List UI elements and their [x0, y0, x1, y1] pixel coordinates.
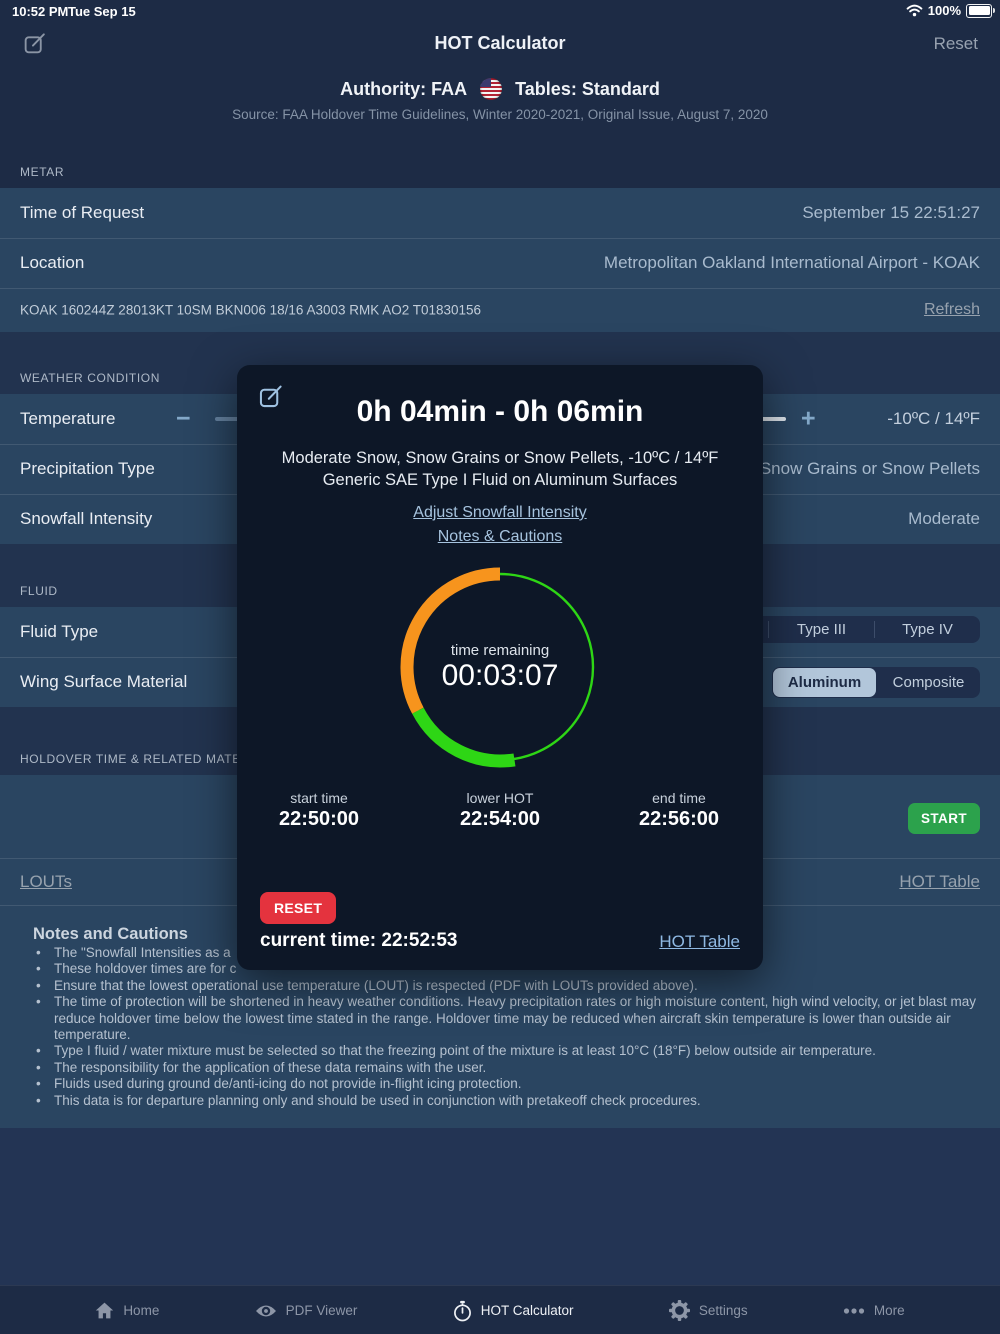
wing-surface-option-aluminum[interactable]: Aluminum [773, 668, 876, 697]
page-title: HOT Calculator [0, 33, 1000, 54]
battery-icon [966, 4, 992, 18]
tab-hot-calculator[interactable]: HOT Calculator [453, 1300, 574, 1322]
authority-header: Authority: FAA Tables: Standard [0, 78, 1000, 100]
lower-hot-col: lower HOT 22:54:00 [425, 790, 575, 831]
fluid-type-label: Fluid Type [20, 622, 98, 642]
authority-label: Authority: FAA [340, 79, 467, 100]
current-time: current time: 22:52:53 [260, 930, 457, 952]
source-line: Source: FAA Holdover Time Guidelines, Wi… [0, 107, 1000, 122]
tables-label: Tables: Standard [515, 79, 660, 100]
home-icon [95, 1301, 114, 1320]
tab-label: More [874, 1303, 905, 1318]
precipitation-value[interactable]: Snow Grains or Snow Pellets [760, 459, 980, 479]
status-date: Tue Sep 15 [68, 4, 136, 19]
holdover-section-label: HOLDOVER TIME & RELATED MATER [20, 752, 250, 766]
modal-hot-table-link[interactable]: HOT Table [659, 932, 740, 952]
end-time-label: end time [604, 790, 754, 806]
start-time-value: 22:50:00 [244, 808, 394, 831]
metar-text: KOAK 160244Z 28013KT 10SM BKN006 18/16 A… [20, 303, 481, 318]
temperature-plus-button[interactable]: + [801, 407, 816, 432]
metar-section-header: METAR [0, 145, 1000, 188]
us-flag-icon [480, 78, 502, 100]
tab-bar: Home PDF Viewer HOT Calculator [0, 1285, 1000, 1334]
metar-section: Time of Request September 15 22:51:27 Lo… [0, 188, 1000, 332]
timer-reset-button[interactable]: RESET [260, 892, 336, 924]
battery-percent: 100% [928, 3, 961, 18]
time-of-request-label: Time of Request [20, 203, 144, 223]
note-item: This data is for departure planning only… [20, 1093, 986, 1109]
time-of-request-row: Time of Request September 15 22:51:27 [0, 188, 1000, 239]
wifi-icon [906, 4, 923, 17]
tab-more[interactable]: More [843, 1303, 905, 1318]
tab-pdf-viewer[interactable]: PDF Viewer [255, 1303, 358, 1319]
hot-table-link[interactable]: HOT Table [899, 872, 980, 892]
time-of-request-value: September 15 22:51:27 [802, 203, 980, 223]
weather-section-label: WEATHER CONDITION [20, 371, 160, 385]
wing-surface-segmented-control: Aluminum Composite [772, 667, 980, 698]
reset-button[interactable]: Reset [934, 34, 978, 54]
end-time-value: 22:56:00 [604, 808, 754, 831]
time-remaining-label: time remaining [237, 642, 763, 659]
gear-icon [669, 1300, 690, 1321]
temperature-value: -10ºC / 14ºF [887, 409, 980, 429]
snowfall-intensity-label: Snowfall Intensity [20, 509, 152, 529]
bottom-spacer [0, 1128, 1000, 1285]
snowfall-intensity-value[interactable]: Moderate [908, 509, 980, 529]
metar-string-row: KOAK 160244Z 28013KT 10SM BKN006 18/16 A… [0, 288, 1000, 332]
tab-settings[interactable]: Settings [669, 1300, 748, 1321]
ellipsis-icon [843, 1307, 865, 1315]
wing-surface-label: Wing Surface Material [20, 672, 187, 692]
fluid-section-label: FLUID [20, 584, 58, 598]
tab-label: Settings [699, 1303, 748, 1318]
eye-icon [255, 1303, 277, 1319]
time-remaining-value: 00:03:07 [237, 659, 763, 693]
fluid-type-option-type3[interactable]: Type III [769, 616, 874, 643]
stopwatch-icon [453, 1300, 472, 1322]
start-button[interactable]: START [908, 803, 980, 834]
start-time-col: start time 22:50:00 [244, 790, 394, 831]
location-value: Metropolitan Oakland International Airpo… [604, 253, 980, 273]
note-item: The time of protection will be shortened… [20, 994, 986, 1043]
precipitation-label: Precipitation Type [20, 459, 155, 479]
refresh-link[interactable]: Refresh [924, 301, 980, 319]
nav-bar: HOT Calculator Reset [0, 22, 1000, 68]
status-time: 10:52 PM [12, 4, 68, 19]
lower-hot-label: lower HOT [425, 790, 575, 806]
temperature-minus-button[interactable]: − [176, 407, 191, 432]
wing-surface-option-composite[interactable]: Composite [877, 667, 980, 698]
holdover-timer-modal: 0h 04min - 0h 06min Moderate Snow, Snow … [237, 365, 763, 970]
end-time-col: end time 22:56:00 [604, 790, 754, 831]
location-label: Location [20, 253, 84, 273]
tab-label: PDF Viewer [286, 1303, 358, 1318]
notes-heading: Notes and Cautions [33, 925, 188, 944]
metar-section-label: METAR [20, 165, 64, 179]
note-item: The responsibility for the application o… [20, 1060, 986, 1076]
tab-home[interactable]: Home [95, 1301, 159, 1320]
tab-label: HOT Calculator [481, 1303, 574, 1318]
status-bar: 10:52 PM Tue Sep 15 100% [0, 0, 1000, 22]
temperature-label: Temperature [20, 409, 115, 429]
tab-label: Home [123, 1303, 159, 1318]
note-item: Fluids used during ground de/anti-icing … [20, 1076, 986, 1092]
note-item: Ensure that the lowest operational use t… [20, 978, 986, 994]
note-item: Type I fluid / water mixture must be sel… [20, 1043, 986, 1059]
louts-link[interactable]: LOUTs [20, 872, 72, 892]
hot-calculator-app: 10:52 PM Tue Sep 15 100% HOT Calculator … [0, 0, 1000, 1334]
lower-hot-value: 22:54:00 [425, 808, 575, 831]
fluid-type-option-type4[interactable]: Type IV [875, 616, 980, 643]
status-indicators: 100% [906, 3, 992, 18]
location-row: Location Metropolitan Oakland Internatio… [0, 238, 1000, 289]
start-time-label: start time [244, 790, 394, 806]
